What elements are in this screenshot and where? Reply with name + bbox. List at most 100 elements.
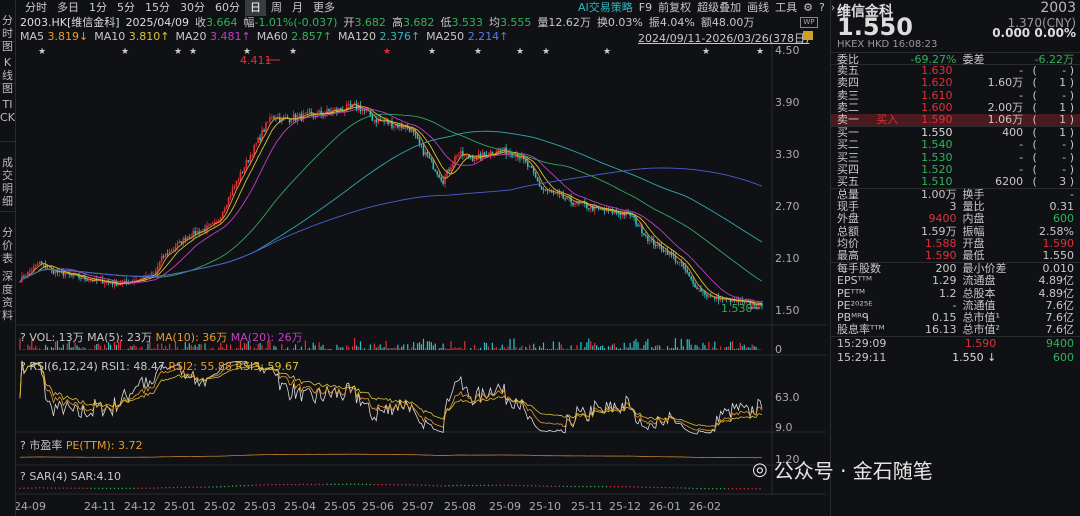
tab-4[interactable]: 15分 [140, 0, 175, 16]
help-icon[interactable]: ? [819, 0, 825, 16]
sar-dot [66, 487, 68, 489]
tick-price: 1.550 ↓ [952, 351, 997, 365]
sidebar-item[interactable]: 分时图 [0, 0, 15, 53]
volume-bar [724, 347, 726, 350]
event-star-icon[interactable]: ★ [542, 47, 550, 57]
event-star-icon[interactable]: ★ [189, 47, 197, 57]
volume-bar [578, 349, 580, 350]
ma20-value: 3.481↑ [209, 30, 251, 43]
asks-row[interactable]: 卖五 1.630-(-) [831, 64, 1080, 77]
bids-row[interactable]: 买一 1.550 400(1) [831, 126, 1080, 139]
asks-row[interactable]: 卖四 1.620 1.60万 (1) [831, 77, 1080, 89]
asks-row[interactable]: 卖二 1.600 2.00万(1) [831, 101, 1080, 114]
event-star-icon[interactable]: ★ [702, 47, 710, 57]
candle-body [627, 211, 629, 213]
ma10-line [19, 106, 763, 305]
volume-bar [757, 349, 759, 350]
sar-dot [161, 487, 163, 489]
candle-body [229, 195, 232, 198]
sar-dot [322, 483, 324, 486]
sar-dot [346, 483, 348, 485]
bids-row[interactable]: 买五 1.510 6200 (3) [831, 174, 1080, 188]
event-star-icon[interactable]: ★ [516, 47, 524, 57]
tab-7[interactable]: 日 [245, 0, 266, 16]
tab-5[interactable]: 30分 [175, 0, 210, 16]
tab-1[interactable]: 多日 [52, 0, 84, 16]
event-star-icon[interactable]: ★ [756, 47, 764, 57]
wp-icon[interactable]: WP [800, 17, 818, 28]
tool-4[interactable]: 画线 [747, 0, 769, 16]
volume-bar [600, 346, 602, 350]
tab-6[interactable]: 60分 [210, 0, 245, 16]
pe-value: PE(TTM): 3.72 [65, 439, 143, 452]
asks-row[interactable]: 卖三 1.610-(-) [831, 89, 1080, 102]
tool-3[interactable]: 超级叠加 [697, 0, 741, 16]
tab-8[interactable]: 周 [266, 0, 287, 16]
event-star-icon[interactable]: ★ [603, 47, 611, 57]
help-icon[interactable]: ? [20, 470, 26, 483]
fundamentals-table: 每手股数 200 最小价差 0.010 EPSᵀᵀᴹ 1.29 流通盘 4.89亿 PEᵀᵀᴹ 1… [831, 262, 1080, 336]
candle-body [284, 116, 287, 118]
tab-3[interactable]: 5分 [112, 0, 140, 16]
tab-9[interactable]: 月 [287, 0, 308, 16]
sar-dot [168, 486, 171, 489]
level-orders: 1 [1059, 112, 1067, 126]
candle-body [686, 269, 689, 273]
candle-body [460, 151, 462, 155]
candle-body [656, 243, 659, 247]
volume-bar [145, 349, 147, 350]
volume-bar [294, 344, 297, 350]
event-star-icon[interactable]: ★ [121, 47, 129, 57]
vol-axis-label: 0 [775, 343, 782, 356]
volume-bar [50, 347, 53, 350]
volume-bar [485, 343, 488, 350]
tool-5[interactable]: 工具 [775, 0, 797, 16]
bids-row[interactable]: 买三 1.530-(-) [831, 151, 1080, 164]
event-star-icon[interactable]: ★ [474, 47, 482, 57]
event-star-icon[interactable]: ★ [289, 47, 297, 57]
help-icon[interactable]: ? [20, 360, 26, 373]
ma20-line [19, 108, 763, 303]
help-icon[interactable]: ? [20, 331, 26, 344]
tool-2[interactable]: 前复权 [658, 0, 691, 16]
tab-10[interactable]: 更多 [308, 0, 340, 16]
lock-icon[interactable] [803, 31, 813, 40]
event-star-icon[interactable]: ★ [174, 47, 182, 57]
ma5-label: MA5 [20, 30, 45, 43]
gear-icon[interactable]: ⚙ [803, 0, 813, 16]
rsi1: RSI1: 48.47 [101, 360, 165, 373]
volume-bar [70, 347, 72, 350]
volume-bar [235, 347, 238, 350]
bids-row[interactable]: 买二 1.540-(-) [831, 139, 1080, 151]
candle-body [684, 266, 687, 270]
volume-bar [383, 347, 385, 350]
tab-2[interactable]: 1分 [84, 0, 112, 16]
event-star-icon[interactable]: ★ [38, 47, 46, 57]
volume-bar [237, 348, 240, 350]
ma60-line [19, 113, 763, 283]
volume-bar [281, 344, 283, 350]
help-icon[interactable]: ? [20, 439, 26, 452]
sidebar-item[interactable]: 成交明细 [0, 142, 15, 212]
bids-row[interactable]: 买四 1.520-(-) [831, 163, 1080, 176]
tool-0[interactable]: AI交易策略 [578, 0, 633, 16]
event-star-icon[interactable]: ★ [383, 47, 391, 57]
event-star-icon[interactable]: ★ [428, 47, 436, 57]
level-price: 1.510 [921, 174, 953, 188]
volume-bar [33, 348, 35, 350]
asks-row[interactable]: 卖一 买入 1.590 1.06万 (1) [831, 112, 1080, 127]
sar-dot [318, 483, 320, 486]
volume-bar [688, 339, 690, 350]
time-axis-label: 26-01 [649, 500, 681, 513]
tool-1[interactable]: F9 [639, 0, 652, 16]
volume-bar [94, 345, 96, 350]
candle-body [371, 116, 374, 121]
sidebar-item[interactable]: 分价表 [0, 212, 15, 265]
volume-bar [231, 349, 234, 350]
volume-bar [320, 346, 322, 350]
pe-line [19, 453, 763, 459]
volume-bar [379, 344, 381, 350]
amplitude: 振4.04% [648, 16, 695, 29]
volume-bar [450, 341, 452, 350]
tab-0[interactable]: 分时 [20, 0, 52, 16]
